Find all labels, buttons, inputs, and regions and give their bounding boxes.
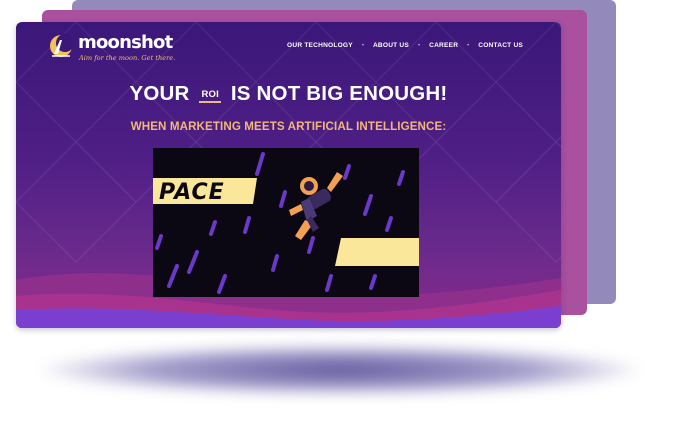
brand-name: moonshot xyxy=(78,32,173,53)
video-frame: PACE xyxy=(153,152,419,294)
hero-subheadline: WHEN MARKETING MEETS ARTIFICIAL INTELLIG… xyxy=(130,120,447,133)
main-nav: OUR TECHNOLOGY • ABOUT US • CAREER • CON… xyxy=(287,42,523,49)
brand-tagline: Aim for the moon. Get there. xyxy=(79,54,176,62)
headline-start: YOUR xyxy=(129,82,190,105)
nav-separator: • xyxy=(467,42,470,49)
pace-banner-text: PACE xyxy=(159,180,225,205)
lower-banner xyxy=(335,238,419,266)
moon-rocket-logo-icon xyxy=(50,34,74,57)
drop-shadow xyxy=(40,344,640,396)
nav-item-contact-us[interactable]: CONTACT US xyxy=(478,42,523,49)
speed-streaks xyxy=(155,152,405,294)
roi-tag: ROI xyxy=(199,89,221,103)
website-preview: moonshot Aim for the moon. Get there. OU… xyxy=(16,22,561,328)
brand-logo[interactable]: moonshot Aim for the moon. Get there. xyxy=(48,32,178,64)
nav-item-career[interactable]: CAREER xyxy=(429,42,458,49)
pace-banner: PACE xyxy=(153,178,257,205)
flying-astronaut-icon xyxy=(289,172,343,240)
headline-end: IS NOT BIG ENOUGH! xyxy=(230,82,448,105)
nav-separator: • xyxy=(418,42,421,49)
nav-separator: • xyxy=(361,42,364,49)
hero-video[interactable]: PACE xyxy=(153,148,419,297)
nav-item-about-us[interactable]: ABOUT US xyxy=(373,42,409,49)
nav-item-our-technology[interactable]: OUR TECHNOLOGY xyxy=(287,42,353,49)
hero-headline: YOUR ROI IS NOT BIG ENOUGH! xyxy=(16,82,561,106)
